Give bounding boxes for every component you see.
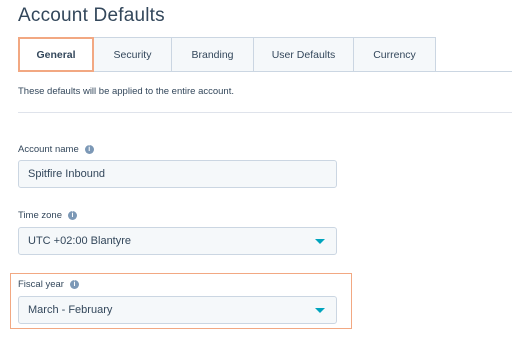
time-zone-label: Time zone: [18, 210, 62, 221]
tab-currency[interactable]: Currency: [354, 37, 436, 72]
account-name-label: Account name: [18, 144, 79, 155]
time-zone-value: UTC +02:00 Blantyre: [28, 235, 132, 247]
tabs-divider: [94, 71, 512, 72]
section-divider: [18, 112, 512, 113]
page-title: Account Defaults: [18, 5, 165, 26]
tab-user-defaults[interactable]: User Defaults: [254, 37, 354, 72]
chevron-down-icon: [315, 239, 325, 244]
fiscal-year-label-row: Fiscal year i: [18, 279, 79, 290]
time-zone-select[interactable]: UTC +02:00 Blantyre: [18, 227, 337, 255]
account-name-label-row: Account name i: [18, 144, 94, 155]
chevron-down-icon: [315, 308, 325, 313]
info-icon[interactable]: i: [68, 211, 77, 220]
tab-branding[interactable]: Branding: [172, 37, 254, 72]
tab-security[interactable]: Security: [94, 37, 172, 72]
info-icon[interactable]: i: [84, 145, 94, 154]
info-icon[interactable]: i: [69, 280, 79, 289]
intro-text: These defaults will be applied to the en…: [18, 86, 234, 97]
fiscal-year-select[interactable]: March - February: [18, 296, 337, 324]
fiscal-year-value: March - February: [28, 304, 113, 316]
account-defaults-page: Account Defaults General Security Brandi…: [0, 0, 512, 342]
tab-general[interactable]: General: [18, 37, 94, 72]
account-name-input[interactable]: Spitfire Inbound: [18, 160, 337, 188]
settings-tabs: General Security Branding User Defaults …: [18, 37, 436, 72]
time-zone-label-row: Time zone i: [18, 210, 77, 221]
fiscal-year-label: Fiscal year: [18, 279, 64, 290]
